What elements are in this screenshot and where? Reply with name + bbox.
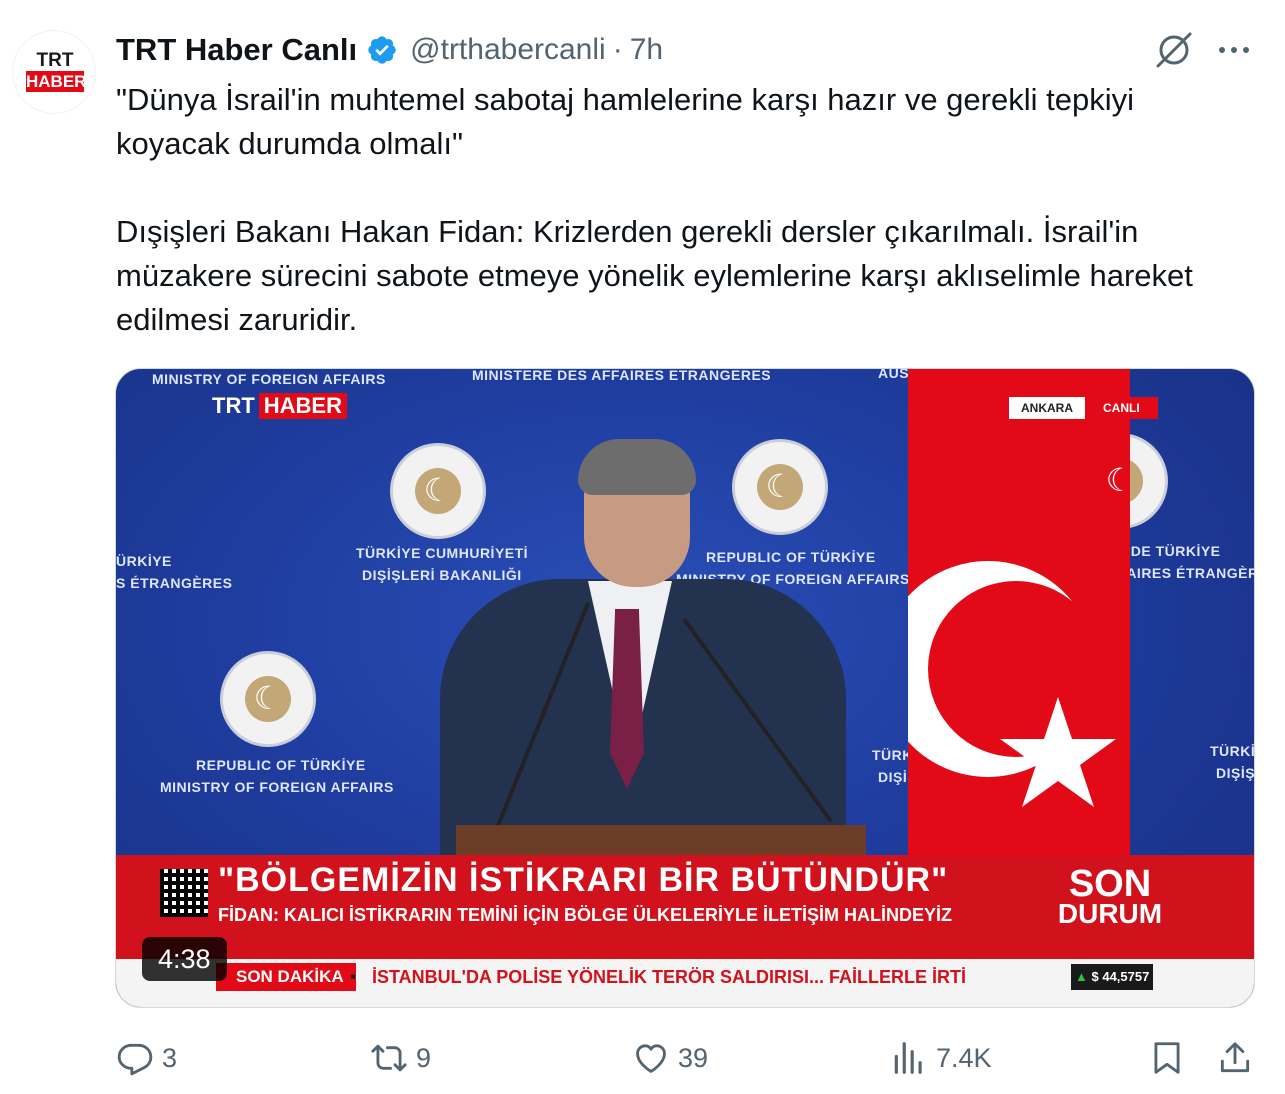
verified-badge-icon[interactable]	[366, 34, 398, 66]
tweet[interactable]: TRT HABER TRT Haber Canlı @trthabercanli…	[0, 0, 1285, 1094]
wall-text: S ÉTRANGÈRES	[116, 575, 233, 591]
ministry-seal-icon: ☾	[220, 651, 316, 747]
speaker-hair	[578, 439, 696, 495]
channel-logo-haber: HABER	[258, 393, 347, 419]
separator-dot: ·	[612, 33, 623, 66]
news-headline: "BÖLGEMİZİN İSTİKRARI BİR BÜTÜNDÜR"	[218, 861, 949, 899]
video-player[interactable]: MINISTRY OF FOREIGN AFFAIRS MINISTERE DE…	[115, 368, 1255, 1008]
son-durum-badge: SON DURUM	[1054, 863, 1166, 929]
tweet-header: TRT Haber Canlı @trthabercanli · 7h	[116, 30, 663, 70]
ticker-text: İSTANBUL'DA POLİSE YÖNELİK TERÖR SALDIRI…	[372, 967, 966, 987]
views-chart-icon	[894, 1042, 922, 1074]
repost-icon	[371, 1044, 407, 1072]
location-label: ANKARA	[1009, 397, 1085, 419]
qr-code-icon	[160, 869, 208, 917]
channel-logo: TRT HABER	[212, 393, 347, 419]
share-button[interactable]	[1216, 1036, 1254, 1080]
ministry-seal-icon: ☾	[732, 439, 828, 535]
timestamp[interactable]: 7h	[630, 33, 663, 67]
tweet-text: "Dünya İsrail'in muhtemel sabotaj hamlel…	[116, 78, 1256, 342]
heart-icon	[636, 1044, 666, 1073]
tweet-paragraph-2: Dışişleri Bakanı Hakan Fidan: Krizlerden…	[116, 214, 1193, 337]
price-value: $ 44,5757	[1091, 969, 1150, 984]
views-button[interactable]: 7.4K	[890, 1036, 992, 1080]
news-ticker: SON DAKİKA ▪ İSTANBUL'DA POLİSE YÖNELİK …	[116, 959, 1254, 1007]
currency-price: ▲ $ 44,5757	[1071, 964, 1154, 990]
ministry-seal-icon: ☾	[390, 443, 486, 539]
lower-third: "BÖLGEMİZİN İSTİKRARI BİR BÜTÜNDÜR" FİDA…	[116, 855, 1254, 959]
wall-text: MINISTRY OF FOREIGN AFFAIRS	[160, 779, 394, 795]
bookmark-icon	[1154, 1042, 1180, 1074]
reply-button[interactable]: 3	[116, 1036, 177, 1080]
wall-text: ÜRKİYE	[116, 553, 172, 569]
views-count: 7.4K	[936, 1042, 992, 1073]
wall-text: MINISTERE DES AFFAIRES ETRANGERES	[472, 368, 772, 383]
son-durum-line-2: DURUM	[1057, 898, 1163, 929]
speaker-tie	[610, 609, 644, 789]
turkish-flag	[880, 369, 1130, 889]
reply-count: 3	[162, 1042, 178, 1073]
wall-text: REPUBLIC OF TÜRKİYE	[196, 757, 366, 773]
news-subline: FİDAN: KALICI İSTİKRARIN TEMİNİ İÇİN BÖL…	[218, 905, 952, 925]
ticker-bullet: ▪	[350, 967, 357, 986]
avatar-logo-top: TRT	[36, 50, 74, 71]
bookmark-button[interactable]	[1148, 1036, 1186, 1080]
price-up-icon: ▲	[1075, 969, 1088, 984]
wall-text: TÜRKİ	[1210, 743, 1255, 759]
grok-icon[interactable]	[1152, 30, 1196, 70]
more-icon[interactable]	[1212, 34, 1256, 66]
repost-button[interactable]: 9	[370, 1036, 431, 1080]
avatar[interactable]: TRT HABER	[12, 30, 96, 114]
wall-text: DIŞİŞ	[1216, 765, 1255, 781]
live-badge: ANKARA CANLI	[1009, 397, 1158, 419]
wall-text: DIŞİŞLERİ BAKANLIĞI	[362, 567, 522, 583]
video-duration: 4:38	[142, 937, 227, 981]
wall-text: TÜRKİYE CUMHURİYETİ	[356, 545, 529, 561]
channel-logo-trt: TRT	[212, 393, 255, 418]
repost-count: 9	[416, 1042, 432, 1073]
like-button[interactable]: 39	[632, 1036, 708, 1080]
wall-text: REPUBLIC OF TÜRKİYE	[706, 549, 876, 565]
son-durum-line-1: SON	[1068, 863, 1152, 905]
wall-text: MINISTRY OF FOREIGN AFFAIRS	[152, 371, 386, 387]
display-name[interactable]: TRT Haber Canlı	[116, 32, 357, 68]
crescent-star-icon	[880, 561, 1116, 807]
ticker-label: SON DAKİKA	[216, 963, 356, 991]
handle[interactable]: @trthabercanli	[410, 33, 606, 67]
tweet-paragraph-1: "Dünya İsrail'in muhtemel sabotaj hamlel…	[116, 82, 1134, 161]
live-label: CANLI	[1085, 397, 1158, 419]
like-count: 39	[678, 1042, 709, 1073]
share-icon	[1220, 1042, 1250, 1073]
reply-icon	[117, 1043, 153, 1076]
avatar-logo-bottom: HABER	[26, 71, 87, 92]
